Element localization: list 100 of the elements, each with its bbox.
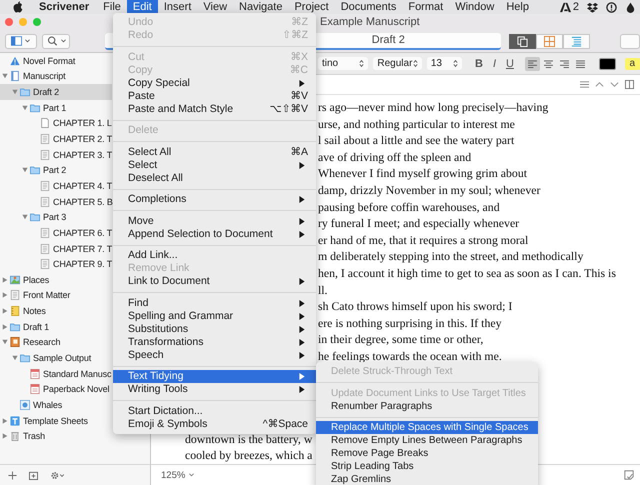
- alignment-button[interactable]: [525, 56, 540, 70]
- menu-bar-item[interactable]: Help: [500, 0, 535, 14]
- close-button[interactable]: [5, 18, 13, 26]
- menu-bar-item[interactable]: Documents: [334, 0, 402, 14]
- settings-icon[interactable]: [50, 470, 65, 480]
- disclosure-triangle-icon[interactable]: [22, 104, 28, 111]
- menu-item[interactable]: Speech: [113, 348, 316, 362]
- disclosure-triangle-icon[interactable]: [12, 354, 18, 361]
- info-circle-icon[interactable]: [606, 2, 617, 12]
- menu-item[interactable]: Paste and Match Style ⌥⇧⌘V: [113, 102, 316, 116]
- binder-item[interactable]: CHAPTER 5. B: [0, 194, 112, 210]
- menu-bar-item[interactable]: Edit: [126, 0, 158, 14]
- disclosure-triangle-icon[interactable]: [2, 73, 8, 80]
- binder-item[interactable]: Part 1: [0, 100, 112, 116]
- menu-bar-item[interactable]: Window: [449, 0, 500, 14]
- menu-item[interactable]: Zap Gremlins: [316, 473, 538, 485]
- disclosure-triangle-icon[interactable]: [2, 433, 8, 440]
- add-folder-icon[interactable]: [29, 470, 38, 480]
- menu-item[interactable]: Find: [113, 296, 316, 310]
- binder-item[interactable]: CHAPTER 3. T: [0, 146, 112, 162]
- binder-item[interactable]: Notes: [0, 303, 112, 319]
- binder-item[interactable]: CHAPTER 1. L: [0, 116, 112, 132]
- highlight-color-button[interactable]: a: [624, 58, 640, 70]
- menu-item[interactable]: Deselect All: [113, 172, 316, 184]
- binder-item[interactable]: Template Sheets: [0, 412, 112, 428]
- binder-item[interactable]: Trash: [0, 428, 112, 444]
- disclosure-triangle-icon[interactable]: [2, 276, 8, 283]
- menu-item[interactable]: Completions: [113, 193, 316, 206]
- menu-bar-item[interactable]: File: [97, 0, 127, 14]
- text-style-button[interactable]: U: [502, 56, 518, 70]
- binder-item[interactable]: Front Matter: [0, 288, 112, 304]
- text-style-button[interactable]: B: [472, 56, 486, 70]
- disclosure-triangle-icon[interactable]: [2, 308, 8, 314]
- chevron-down-icon[interactable]: [610, 80, 619, 89]
- binder-toggle-button[interactable]: [5, 34, 37, 48]
- disclosure-triangle-icon[interactable]: [2, 339, 8, 346]
- disclosure-triangle-icon[interactable]: [2, 418, 8, 424]
- open-box-icon[interactable]: [587, 2, 598, 12]
- binder-item[interactable]: CHAPTER 6. T: [0, 225, 112, 241]
- plus-icon[interactable]: [8, 470, 17, 480]
- menu-item[interactable]: Replace Multiple Spaces with Single Spaces: [316, 421, 538, 434]
- disclosure-triangle-icon[interactable]: [12, 89, 18, 96]
- disclosure-triangle-icon[interactable]: [2, 292, 8, 298]
- menu-bar-item[interactable]: Project: [288, 0, 335, 14]
- binder-item[interactable]: Novel Format: [0, 53, 112, 69]
- search-button[interactable]: [42, 34, 70, 48]
- app-menu[interactable]: Scrivener: [33, 0, 96, 14]
- view-mode-button[interactable]: [509, 34, 536, 48]
- text-style-button[interactable]: I: [487, 56, 502, 70]
- binder-item[interactable]: Draft 2: [0, 84, 112, 100]
- menu-bar-item[interactable]: Navigate: [233, 0, 288, 14]
- menu-item[interactable]: Paste ⌘V: [113, 90, 316, 102]
- menu-item[interactable]: Copy Special: [113, 76, 316, 90]
- chevron-up-icon[interactable]: [595, 80, 604, 89]
- binder-item[interactable]: CHAPTER 9. T: [0, 256, 112, 272]
- binder-item[interactable]: Whales: [0, 397, 112, 413]
- menu-item[interactable]: Text Tidying: [113, 370, 316, 383]
- menu-item[interactable]: Select: [113, 158, 316, 172]
- binder-item[interactable]: CHAPTER 4. T: [0, 178, 112, 194]
- binder-item[interactable]: Manuscript: [0, 68, 112, 84]
- binder-item[interactable]: CHAPTER 2. T: [0, 131, 112, 147]
- menu-item[interactable]: Strip Leading Tabs: [316, 460, 538, 473]
- menu-item[interactable]: Renumber Paragraphs: [316, 400, 538, 412]
- font-size-select[interactable]: 13: [426, 57, 462, 70]
- split-view-icon[interactable]: [625, 80, 634, 89]
- menu-item[interactable]: Start Dictation...: [113, 404, 316, 418]
- font-style-select[interactable]: Regular: [373, 57, 422, 70]
- menu-icon[interactable]: [580, 80, 589, 89]
- disclosure-triangle-icon[interactable]: [22, 214, 28, 220]
- disclosure-triangle-icon[interactable]: [2, 324, 8, 330]
- disclosure-triangle-icon[interactable]: [22, 167, 28, 174]
- menu-item[interactable]: Writing Tools: [113, 383, 316, 396]
- menu-item[interactable]: Remove Empty Lines Between Paragraphs: [316, 434, 538, 447]
- binder-item[interactable]: Part 2: [0, 162, 112, 178]
- menu-item[interactable]: Append Selection to Document: [113, 228, 316, 240]
- menu-item[interactable]: Select All ⌘A: [113, 146, 316, 158]
- binder-item[interactable]: Sample Output: [0, 350, 112, 366]
- menu-item[interactable]: Remove Page Breaks: [316, 447, 538, 460]
- font-family-select[interactable]: tino: [318, 57, 368, 70]
- menu-item[interactable]: Emoji & Symbols ^⌘Space: [113, 418, 316, 430]
- letter-a-icon[interactable]: [560, 2, 571, 12]
- binder-item[interactable]: Research: [0, 334, 112, 350]
- menu-item[interactable]: Link to Document: [113, 275, 316, 288]
- binder-item[interactable]: Standard Manusc: [0, 366, 112, 382]
- menu-bar-item[interactable]: Insert: [158, 0, 198, 14]
- menu-item[interactable]: Move: [113, 214, 316, 228]
- drop-icon[interactable]: [625, 2, 636, 12]
- apple-icon[interactable]: [13, 1, 23, 13]
- binder-item[interactable]: CHAPTER 7. T: [0, 240, 112, 256]
- menu-item[interactable]: Add Link...: [113, 249, 316, 262]
- text-color-swatch[interactable]: [599, 58, 616, 70]
- binder-item[interactable]: Part 3: [0, 209, 112, 226]
- zoom-button[interactable]: [33, 18, 41, 26]
- menu-bar-item[interactable]: Format: [402, 0, 450, 14]
- binder-item[interactable]: Paperback Novel: [0, 381, 112, 398]
- menu-item[interactable]: Transformations: [113, 336, 316, 348]
- note-check-icon[interactable]: [624, 470, 634, 480]
- binder-item[interactable]: Draft 1: [0, 318, 112, 335]
- binder-item[interactable]: Places: [0, 272, 112, 288]
- menu-item[interactable]: Substitutions: [113, 322, 316, 336]
